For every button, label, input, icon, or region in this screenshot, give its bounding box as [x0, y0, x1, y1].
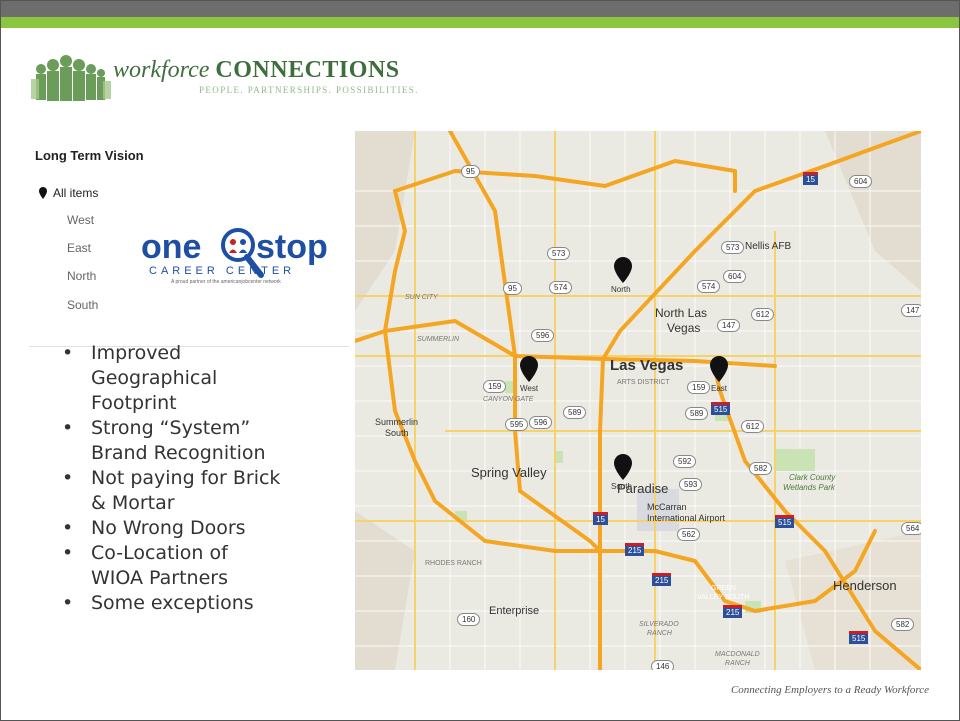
bullet-item: Improved Geographical Footprint — [56, 341, 281, 416]
route-shield: 574 — [549, 281, 573, 294]
label-henderson: Henderson — [833, 578, 897, 593]
label-enterprise: Enterprise — [489, 605, 540, 617]
route-shield: 564 — [901, 522, 921, 535]
route-shield: 592 — [673, 455, 697, 468]
workforce-connections-logo: workforce CONNECTIONS PEOPLE. PARTNERSHI… — [31, 49, 417, 104]
label-mccarran-1: McCarran — [647, 502, 687, 512]
panel-title: Long Term Vision — [35, 148, 144, 163]
footer-tagline: Connecting Employers to a Ready Workforc… — [730, 684, 929, 696]
label-macdonald-2: RANCH — [725, 660, 750, 667]
accent-bar — [1, 17, 959, 28]
onestop-career-center: CAREER CENTER — [149, 265, 295, 277]
route-shield: 612 — [741, 420, 765, 433]
label-summerlin-south-2: South — [385, 428, 409, 438]
route-shield: 147 — [717, 319, 741, 332]
people-silhouette-icon — [31, 55, 111, 101]
region-north[interactable]: North — [67, 269, 96, 283]
map-pin-icon — [614, 257, 632, 283]
label-clark-county-2: Wetlands Park — [783, 483, 835, 492]
label-green-valley-1: GREEN — [711, 585, 736, 592]
map-pin-icon — [710, 356, 728, 382]
label-summerlin-south-1: Summerlin — [375, 417, 419, 427]
route-shield: 159 — [483, 380, 507, 393]
route-shield: 593 — [679, 478, 703, 491]
brand-name-bold: CONNECTIONS — [215, 57, 400, 83]
all-items-label: All items — [53, 186, 99, 200]
pin-label-north: North — [611, 285, 631, 294]
brand-name-italic: workforce — [113, 57, 210, 83]
route-shield: 589 — [563, 406, 587, 419]
label-nellis: Nellis AFB — [745, 241, 792, 252]
label-mccarran-2: International Airport — [647, 513, 726, 523]
bullet-item: Strong “System” Brand Recognition — [56, 416, 281, 466]
route-shield: 562 — [677, 528, 701, 541]
label-green-valley-2: VALLEY SOUTH — [697, 594, 750, 601]
route-shield: 596 — [531, 329, 555, 342]
route-shield: 574 — [697, 280, 721, 293]
route-shield: 159 — [687, 381, 711, 394]
map-legend-panel: Long Term Vision All items West East Nor… — [29, 141, 349, 347]
route-shield: 573 — [547, 247, 571, 260]
route-shield: 146 — [651, 660, 675, 670]
route-shield: 589 — [685, 407, 709, 420]
brand-tagline: PEOPLE. PARTNERSHIPS. POSSIBILITIES. — [199, 85, 419, 95]
route-shield: 604 — [723, 270, 747, 283]
label-spring-valley: Spring Valley — [471, 465, 547, 480]
interstate-shield: 15 — [803, 172, 818, 185]
label-clark-county-1: Clark County — [789, 473, 836, 482]
route-shield: 595 — [505, 418, 529, 431]
interstate-shield: 215 — [723, 605, 743, 618]
interstate-shield: 515 — [711, 402, 731, 415]
bullet-item: Some exceptions — [56, 591, 281, 616]
label-arts-district: ARTS DISTRICT — [617, 379, 670, 386]
label-silverado-1: SILVERADO — [639, 621, 679, 628]
pin-label-south: South — [611, 482, 632, 491]
route-shield: 596 — [529, 416, 553, 429]
interstate-shield: 215 — [625, 543, 645, 556]
label-las-vegas: Las Vegas — [610, 357, 684, 374]
region-south[interactable]: South — [67, 298, 98, 312]
onestop-one: one — [141, 228, 201, 266]
label-summerlin: SUMMERLIN — [417, 336, 460, 343]
vision-bullets: Improved Geographical Footprint Strong “… — [56, 341, 346, 616]
las-vegas-map[interactable]: Las Vegas North Las Vegas Nellis AFB ART… — [355, 131, 921, 670]
bullet-item: Co-Location of WIOA Partners — [56, 541, 281, 591]
route-shield: 95 — [461, 165, 480, 178]
label-north-las-vegas-1: North Las — [655, 306, 708, 320]
all-items-option[interactable]: All items — [39, 186, 98, 200]
top-bar — [1, 1, 959, 17]
route-shield: 582 — [749, 462, 773, 475]
map-pin-icon — [614, 454, 632, 480]
route-shield: 612 — [751, 308, 775, 321]
label-north-las-vegas-2: Vegas — [667, 321, 701, 335]
route-shield: 160 — [457, 613, 481, 626]
route-shield: 604 — [849, 175, 873, 188]
label-sun-city: SUN CITY — [405, 294, 438, 301]
region-west[interactable]: West — [67, 213, 94, 227]
label-macdonald-1: MACDONALD — [715, 651, 760, 658]
map-pin-icon — [520, 356, 538, 382]
interstate-shield: 15 — [593, 512, 608, 525]
route-shield: 95 — [503, 282, 522, 295]
label-rhodes-ranch: RHODES RANCH — [425, 560, 482, 567]
route-shield: 147 — [901, 304, 921, 317]
route-shield: 573 — [721, 241, 745, 254]
label-canyon-gate: CANYON GATE — [483, 396, 534, 403]
region-east[interactable]: East — [67, 241, 91, 255]
pin-label-east: East — [711, 384, 728, 393]
map-pin-icon — [39, 187, 47, 199]
onestop-partner-line: A proud partner of the americanjobcenter… — [171, 279, 281, 285]
pin-label-west: West — [520, 384, 539, 393]
interstate-shield: 215 — [652, 573, 672, 586]
brand-name: workforce CONNECTIONS — [113, 57, 400, 84]
route-shield: 582 — [891, 618, 915, 631]
onestop-stop: stop — [256, 228, 328, 266]
bullet-item: No Wrong Doors — [56, 516, 281, 541]
label-silverado-2: RANCH — [647, 630, 672, 637]
interstate-shield: 515 — [775, 515, 795, 528]
interstate-shield: 515 — [849, 631, 869, 644]
bullet-item: Not paying for Brick & Mortar — [56, 466, 281, 516]
slide: workforce CONNECTIONS PEOPLE. PARTNERSHI… — [0, 0, 960, 721]
